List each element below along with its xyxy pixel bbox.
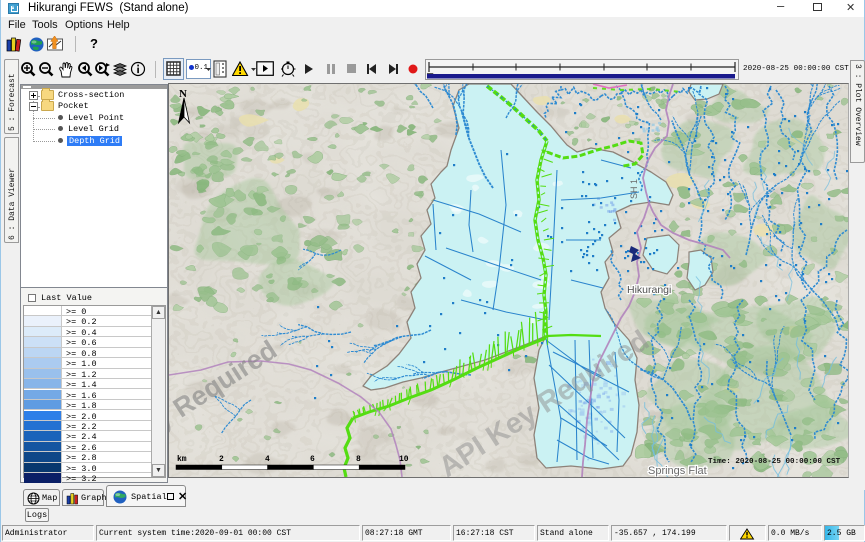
svg-text:N: N [179,88,187,100]
svg-text:Time: 2020-08-25 00:00:00 CST: Time: 2020-08-25 00:00:00 CST [708,458,841,466]
svg-text:2: 2 [219,455,224,464]
svg-text:km: km [177,455,187,464]
svg-text:10: 10 [399,455,409,464]
svg-text:4: 4 [265,455,270,464]
svg-text:6: 6 [310,455,315,464]
svg-text:8: 8 [356,455,361,464]
svg-text:Springs Flat: Springs Flat [648,465,707,477]
svg-text:Hikurangi: Hikurangi [627,284,671,296]
svg-text:SH 1: SH 1 [629,179,639,199]
